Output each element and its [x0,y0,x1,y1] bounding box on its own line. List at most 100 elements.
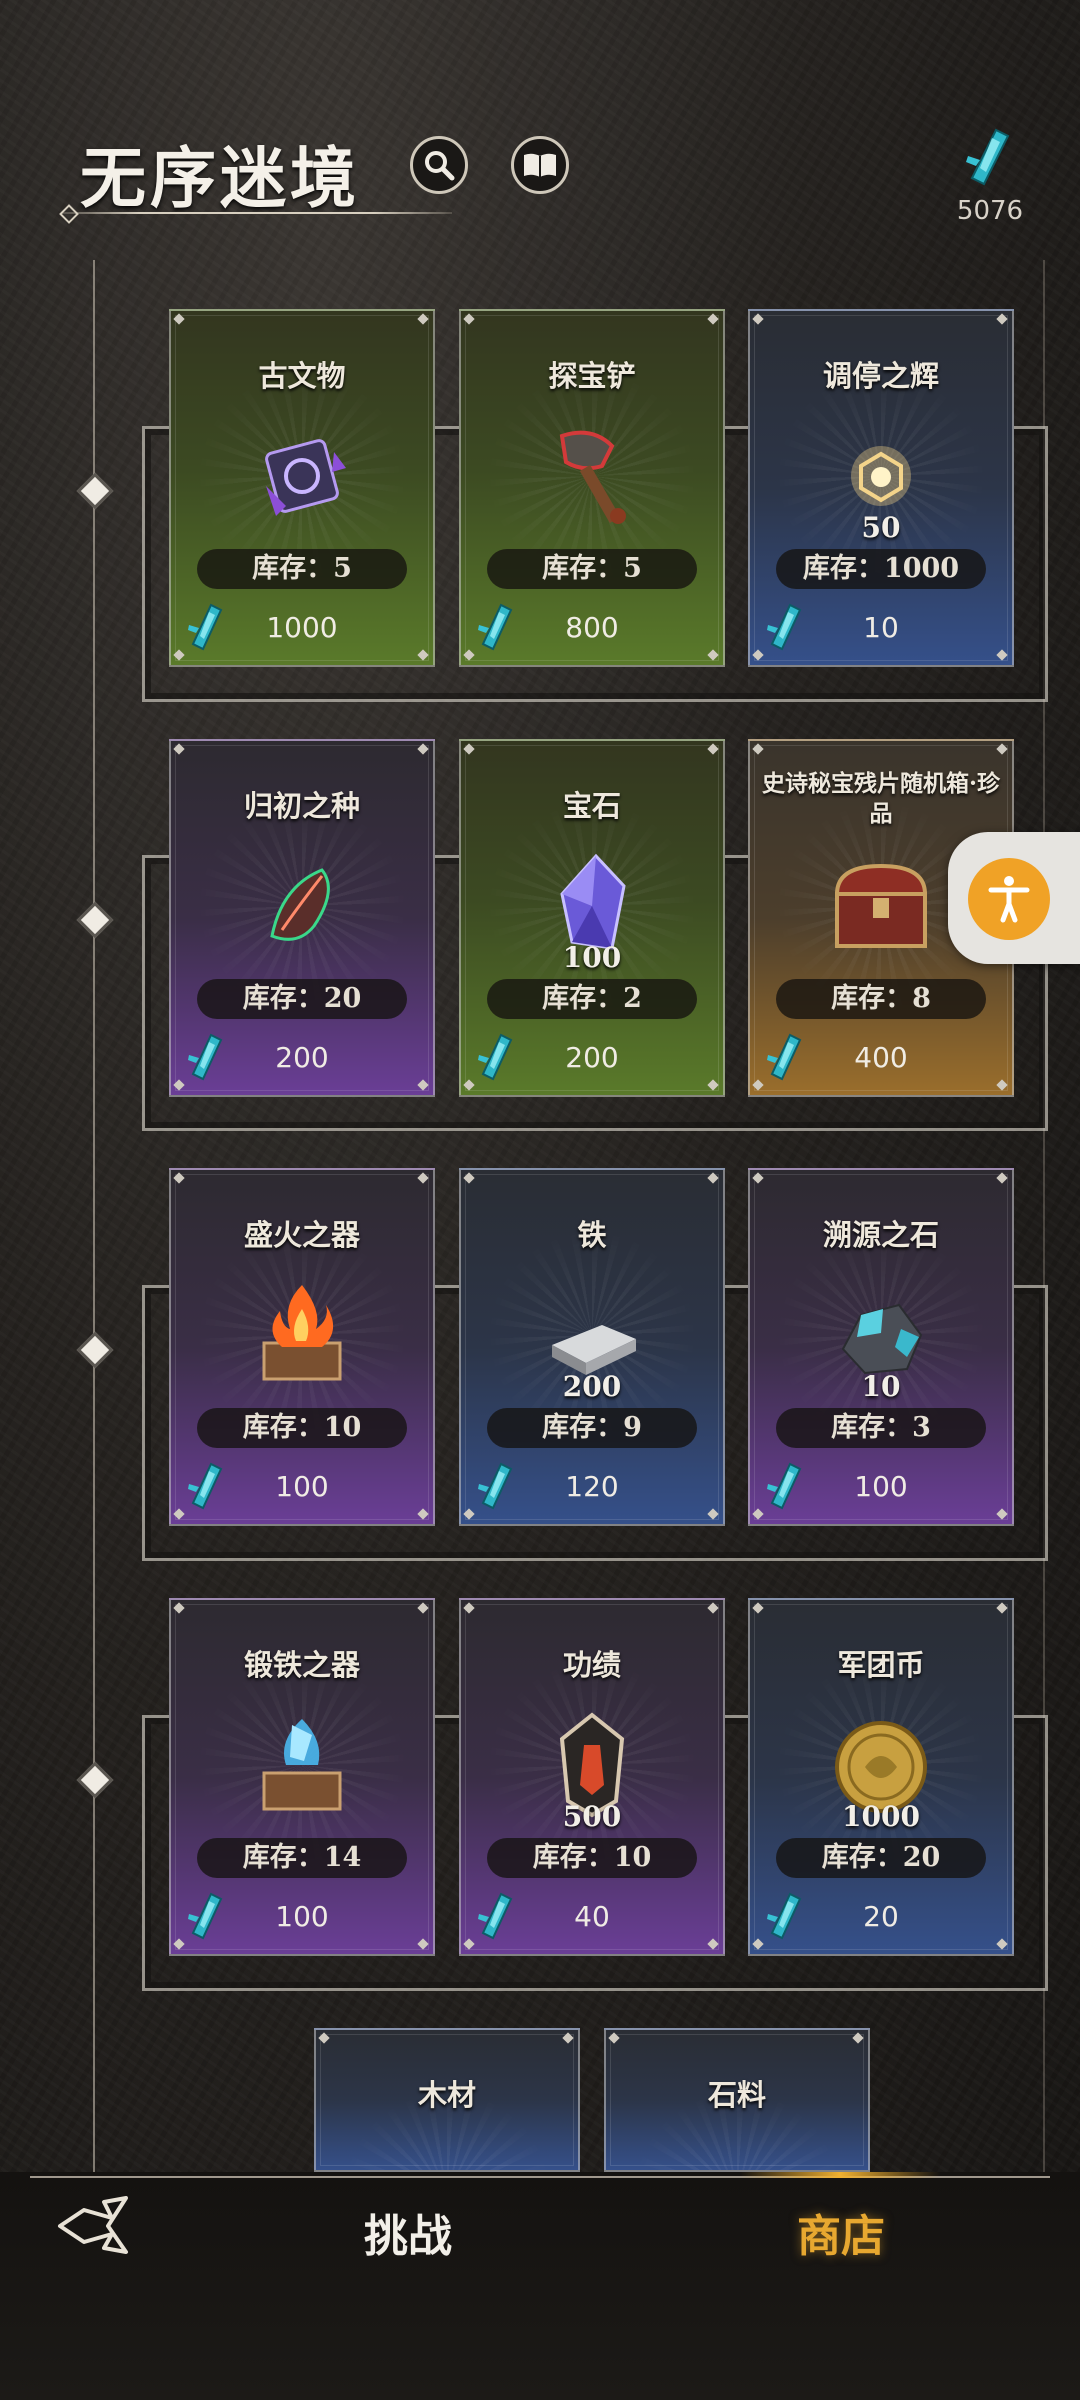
card-corner-ornament [562,2032,574,2044]
card-corner-ornament [852,2032,864,2044]
magnifier-icon [425,151,455,181]
card-corner-ornament [707,649,719,661]
forge-vessel-icon [262,1719,342,1811]
card-corner-ornament [173,1172,185,1184]
artifact-icon [265,439,346,516]
card-corner-ornament [417,1172,429,1184]
item-price: 10 [863,611,899,644]
item-price: 400 [854,1041,908,1074]
wood-icon [387,2135,507,2172]
card-corner-ornament [463,313,475,325]
accessibility-button[interactable] [968,858,1050,940]
item-stock: 库存：20 [776,1838,986,1878]
item-name: 归初之种 [243,789,360,823]
shop-item-card[interactable]: 功绩 500 库存：10 40 [459,1598,725,1956]
item-stock: 库存：10 [487,1838,697,1878]
card-corner-ornament [996,1172,1008,1184]
item-name: 调停之辉 [822,359,939,393]
item-name: 木材 [417,2078,476,2112]
shop-item-card[interactable]: 石料 [604,2028,870,2172]
timeline-line [93,260,95,2180]
card-corner-ornament [752,1079,764,1091]
guide-book-button[interactable] [511,136,569,194]
shop-item-card[interactable]: 溯源之石 10 库存：3 100 [748,1168,1014,1526]
card-corner-ornament [417,1508,429,1520]
card-corner-ornament [173,313,185,325]
item-price: 120 [565,1470,619,1503]
card-corner-ornament [417,313,429,325]
shop-item-card[interactable]: 探宝铲 库存：5 800 [459,309,725,667]
item-price: 200 [275,1041,329,1074]
stone-icon [677,2135,797,2172]
title-underline [62,212,452,214]
card-corner-ornament [417,1602,429,1614]
tab-shop[interactable]: 商店 [797,2200,885,2264]
item-quantity: 100 [562,941,622,974]
card-corner-ornament [173,1938,185,1950]
shovel-icon [559,430,626,524]
item-name: 锻铁之器 [243,1648,360,1682]
item-price: 200 [565,1041,619,1074]
item-stock: 库存：3 [776,1408,986,1448]
fire-vessel-icon [262,1285,342,1381]
accessibility-float-panel [948,832,1080,964]
tab-challenge[interactable]: 挑战 [364,2200,452,2264]
item-stock: 库存：5 [197,549,407,589]
timeline-node [76,901,114,939]
item-quantity: 200 [562,1370,622,1403]
card-corner-ornament [996,1508,1008,1520]
shop-item-card[interactable]: 调停之辉 50 库存：1000 10 [748,309,1014,667]
shop-item-card[interactable]: 铁 200 库存：9 120 [459,1168,725,1526]
item-name: 古文物 [258,359,346,393]
shop-item-card[interactable]: 古文物库存：5 1000 [169,309,435,667]
card-corner-ornament [463,1172,475,1184]
card-corner-ornament [707,1602,719,1614]
card-corner-ornament [996,1079,1008,1091]
card-corner-ornament [752,313,764,325]
item-stock: 库存：10 [197,1408,407,1448]
item-quantity: 50 [861,511,901,544]
card-corner-ornament [463,1508,475,1520]
back-arrow-icon[interactable] [56,2196,136,2256]
item-stock: 库存：2 [487,979,697,1019]
accessibility-person-icon [988,876,1030,923]
item-stock: 库存：20 [197,979,407,1019]
card-corner-ornament [173,1508,185,1520]
shop-item-card[interactable]: 军团币 1000 库存：20 20 [748,1598,1014,1956]
card-corner-ornament [752,743,764,755]
currency-display[interactable]: 5076 [940,126,1040,226]
item-quantity: 500 [562,1800,622,1833]
shop-item-card[interactable]: 锻铁之器 库存：14 100 [169,1598,435,1956]
card-corner-ornament [752,1938,764,1950]
item-quantity: 1000 [842,1800,920,1833]
card-corner-ornament [996,1938,1008,1950]
item-price: 40 [574,1900,610,1933]
card-corner-ornament [707,1508,719,1520]
timeline-node [76,1331,114,1369]
card-corner-ornament [996,1602,1008,1614]
shop-item-card[interactable]: 木材 [314,2028,580,2172]
item-quantity: 10 [861,1370,901,1403]
treasure-chest-icon [834,863,928,948]
card-corner-ornament [707,1172,719,1184]
shop-item-card[interactable]: 宝石 100 库存：2 200 [459,739,725,1097]
item-name: 探宝铲 [548,359,636,393]
item-stock: 库存：8 [776,979,986,1019]
item-price: 20 [863,1900,899,1933]
card-corner-ornament [463,1602,475,1614]
card-corner-ornament [173,1079,185,1091]
currency-amount: 5076 [956,196,1024,226]
card-corner-ornament [173,743,185,755]
card-corner-ornament [996,743,1008,755]
card-corner-ornament [318,2032,330,2044]
shop-item-card[interactable]: 归初之种库存：20 200 [169,739,435,1097]
search-button[interactable] [410,136,468,194]
item-name: 铁 [577,1218,607,1252]
item-price: 1000 [266,611,338,644]
seed-icon [270,868,330,941]
card-corner-ornament [752,1602,764,1614]
bottom-nav [0,2172,1080,2400]
shop-item-card[interactable]: 盛火之器 库存：10 100 [169,1168,435,1526]
title-underline-ornament [59,204,79,224]
item-stock: 库存：1000 [776,549,986,589]
